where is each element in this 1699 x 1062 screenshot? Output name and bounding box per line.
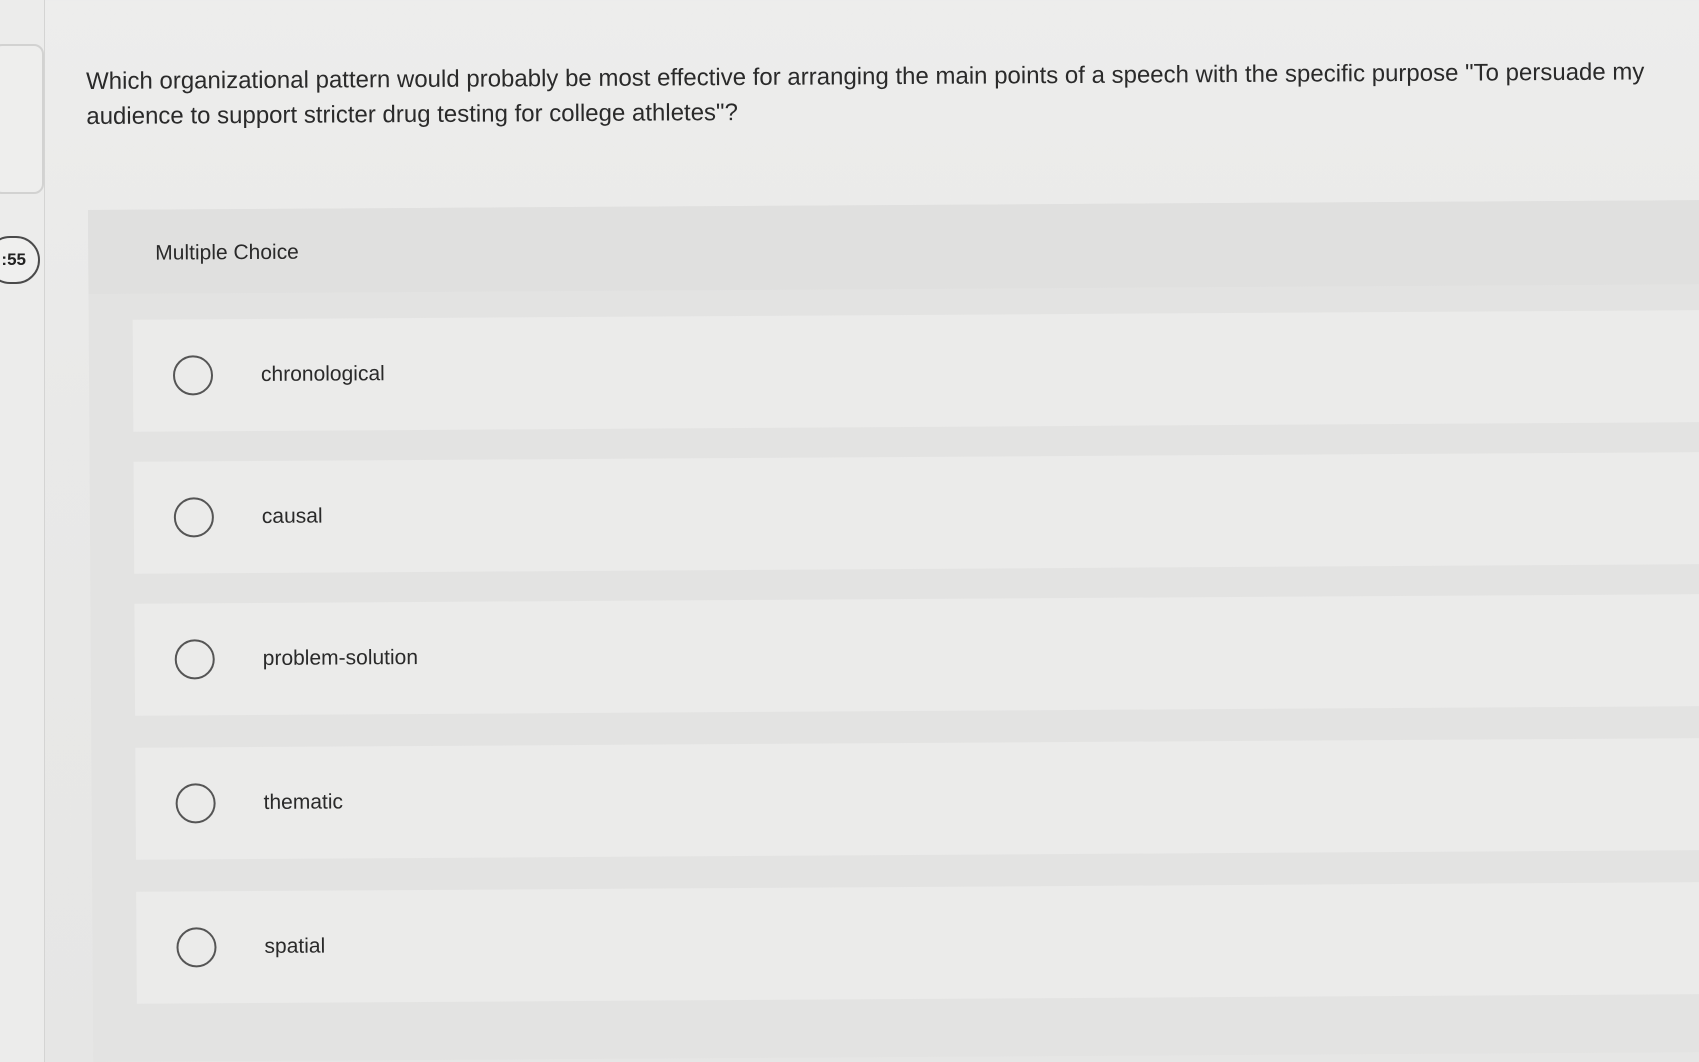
answer-option-label: causal [261, 504, 323, 528]
answer-option-spatial[interactable]: spatial [136, 882, 1699, 1004]
answer-option-label: thematic [263, 790, 344, 814]
answer-option-chronological[interactable]: chronological [132, 310, 1699, 432]
answer-option-problem-solution[interactable]: problem-solution [134, 594, 1699, 716]
multiple-choice-header: Multiple Choice [88, 200, 1699, 294]
radio-button-icon[interactable] [176, 927, 217, 968]
multiple-choice-panel: Multiple Choice chronological causal pro… [88, 200, 1699, 1062]
answer-option-thematic[interactable]: thematic [135, 738, 1699, 860]
question-text: Which organizational pattern would proba… [86, 58, 1645, 130]
answer-option-label: chronological [260, 362, 385, 386]
previous-question-card[interactable] [0, 44, 44, 194]
radio-button-icon[interactable] [175, 783, 216, 824]
radio-button-icon[interactable] [174, 639, 215, 680]
multiple-choice-label: Multiple Choice [155, 240, 299, 265]
timer-text: :55 [1, 250, 26, 269]
answer-option-label: problem-solution [262, 645, 419, 670]
answer-option-label: spatial [264, 934, 326, 958]
radio-button-icon[interactable] [173, 497, 215, 538]
answer-option-causal[interactable]: causal [133, 452, 1699, 574]
radio-button-icon[interactable] [172, 355, 214, 396]
